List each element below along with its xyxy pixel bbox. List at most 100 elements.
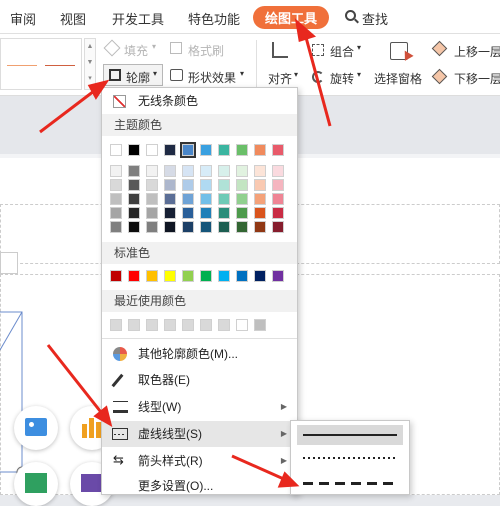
tab-view[interactable]: 视图	[60, 9, 86, 28]
fill-dropdown-arrow[interactable]: ▾	[152, 42, 156, 51]
eyedropper-item[interactable]: 取色器(E)	[102, 367, 297, 393]
theme-color-swatch[interactable]	[128, 165, 140, 177]
theme-color-swatch[interactable]	[128, 144, 140, 156]
theme-color-swatch[interactable]	[218, 207, 230, 219]
send-backward-button[interactable]: 下移一层	[454, 70, 500, 87]
dash-option-solid[interactable]	[297, 425, 403, 445]
standard-color-swatch[interactable]	[182, 270, 194, 282]
rotate-dropdown-arrow[interactable]: ▾	[357, 70, 361, 79]
theme-color-swatch[interactable]	[200, 165, 212, 177]
recent-color-swatch[interactable]	[218, 319, 230, 331]
theme-color-swatch[interactable]	[146, 221, 158, 233]
standard-color-swatch[interactable]	[236, 270, 248, 282]
standard-color-swatch[interactable]	[272, 270, 284, 282]
tab-drawing-tools[interactable]: 绘图工具	[253, 6, 330, 29]
standard-color-swatch[interactable]	[110, 270, 122, 282]
insert-table-button[interactable]	[14, 462, 58, 506]
theme-color-swatch[interactable]	[164, 165, 176, 177]
theme-color-swatch[interactable]	[182, 165, 194, 177]
theme-color-swatch[interactable]	[236, 221, 248, 233]
theme-color-swatch[interactable]	[146, 207, 158, 219]
shape-style-gallery[interactable]	[0, 38, 82, 90]
theme-color-swatch[interactable]	[110, 207, 122, 219]
theme-color-swatch[interactable]	[272, 144, 284, 156]
theme-color-swatch[interactable]	[182, 221, 194, 233]
standard-color-swatch[interactable]	[254, 270, 266, 282]
standard-color-swatch[interactable]	[200, 270, 212, 282]
theme-color-swatch[interactable]	[146, 165, 158, 177]
standard-color-swatch[interactable]	[128, 270, 140, 282]
theme-color-swatch[interactable]	[200, 179, 212, 191]
selected-shape[interactable]	[0, 310, 30, 480]
gallery-scroll[interactable]: ▲ ▼ ▾	[84, 38, 96, 90]
theme-color-swatch[interactable]	[218, 165, 230, 177]
theme-color-swatch[interactable]	[128, 221, 140, 233]
no-line-color-item[interactable]: 无线条颜色	[102, 89, 297, 113]
recent-color-swatch[interactable]	[200, 319, 212, 331]
dash-option-dashed[interactable]	[297, 471, 403, 493]
theme-color-swatch[interactable]	[182, 179, 194, 191]
dash-option-dotted[interactable]	[297, 448, 403, 468]
theme-color-swatch[interactable]	[254, 193, 266, 205]
recent-color-swatch[interactable]	[164, 319, 176, 331]
shape-effect-button[interactable]: 形状效果	[188, 69, 236, 86]
placeholder-handle[interactable]	[0, 252, 18, 274]
standard-color-swatch[interactable]	[146, 270, 158, 282]
align-button[interactable]: 对齐	[268, 70, 292, 87]
theme-color-swatch[interactable]	[110, 144, 122, 156]
theme-color-swatch[interactable]	[218, 144, 230, 156]
theme-color-swatch[interactable]	[236, 165, 248, 177]
theme-color-swatch[interactable]	[272, 221, 284, 233]
theme-color-swatch[interactable]	[164, 144, 176, 156]
theme-color-swatch[interactable]	[254, 207, 266, 219]
theme-color-swatch[interactable]	[180, 142, 196, 158]
theme-color-swatch[interactable]	[110, 221, 122, 233]
theme-color-swatch[interactable]	[164, 221, 176, 233]
theme-color-swatch[interactable]	[110, 165, 122, 177]
format-brush-button[interactable]: 格式刷	[188, 42, 224, 59]
theme-color-swatch[interactable]	[164, 179, 176, 191]
theme-color-swatch[interactable]	[218, 221, 230, 233]
more-settings-item[interactable]: 更多设置(O)...	[102, 475, 297, 495]
theme-color-swatch[interactable]	[146, 179, 158, 191]
theme-color-swatch[interactable]	[272, 165, 284, 177]
theme-color-swatch[interactable]	[254, 144, 266, 156]
line-type-item[interactable]: 线型(W) ▶	[102, 394, 297, 420]
theme-color-swatch[interactable]	[146, 144, 158, 156]
theme-color-swatch[interactable]	[146, 193, 158, 205]
selection-pane-button[interactable]: 选择窗格	[374, 70, 422, 87]
tab-special-features[interactable]: 特色功能	[188, 9, 240, 28]
bring-forward-button[interactable]: 上移一层	[454, 43, 500, 60]
theme-color-swatch[interactable]	[254, 221, 266, 233]
theme-color-swatch[interactable]	[110, 179, 122, 191]
arrow-style-item[interactable]: ⇆ 箭头样式(R) ▶	[102, 448, 297, 474]
theme-color-swatch[interactable]	[128, 193, 140, 205]
theme-color-swatch[interactable]	[200, 193, 212, 205]
theme-color-swatch[interactable]	[254, 165, 266, 177]
recent-color-swatch[interactable]	[236, 319, 248, 331]
theme-color-swatch[interactable]	[272, 193, 284, 205]
theme-color-swatch[interactable]	[236, 207, 248, 219]
group-button[interactable]: 组合	[330, 43, 354, 60]
recent-color-swatch[interactable]	[182, 319, 194, 331]
theme-color-swatch[interactable]	[110, 193, 122, 205]
theme-color-swatch[interactable]	[254, 179, 266, 191]
theme-color-swatch[interactable]	[164, 193, 176, 205]
tab-developer[interactable]: 开发工具	[112, 9, 164, 28]
other-outline-colors-item[interactable]: 其他轮廓颜色(M)...	[102, 341, 297, 367]
theme-color-swatch[interactable]	[200, 221, 212, 233]
theme-color-swatch[interactable]	[200, 207, 212, 219]
fill-button[interactable]: 填充	[124, 42, 148, 59]
theme-color-swatch[interactable]	[272, 207, 284, 219]
outline-button[interactable]: 轮廓 ▾	[103, 64, 163, 86]
theme-color-swatch[interactable]	[182, 193, 194, 205]
theme-color-swatch[interactable]	[236, 179, 248, 191]
theme-color-swatch[interactable]	[218, 193, 230, 205]
theme-color-swatch[interactable]	[182, 207, 194, 219]
tab-review[interactable]: 审阅	[10, 9, 36, 28]
theme-color-swatch[interactable]	[200, 144, 212, 156]
rotate-button[interactable]: 旋转	[330, 70, 354, 87]
theme-color-swatch[interactable]	[236, 144, 248, 156]
theme-color-swatch[interactable]	[236, 193, 248, 205]
theme-color-swatch[interactable]	[128, 207, 140, 219]
